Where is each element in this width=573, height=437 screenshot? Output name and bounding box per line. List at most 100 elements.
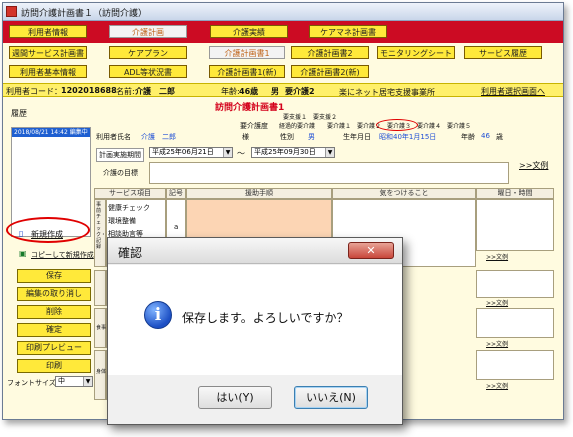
title-bar: 訪問介護計画書１（訪問介護） [3,3,563,21]
nav-user-info[interactable]: 利用者情報 [9,25,87,38]
period-tilde: ～ [237,149,245,158]
age-unit: 歳 [496,133,503,141]
save-button[interactable]: 保存 [17,269,91,283]
day-cell-3[interactable] [476,308,554,338]
sex-label: 性別 [280,133,294,141]
font-size-value: 中 [58,377,65,385]
section-body-label: 食事 [96,325,107,331]
confirm-button[interactable]: 確定 [17,323,91,337]
chevron-down-icon: ▼ [83,377,92,386]
col-procedure: 援助手順 [186,188,332,199]
chevron-down-icon: ▼ [223,148,232,157]
history-entry[interactable]: 2018/08/21 14:42 編集中 [12,128,90,137]
nav-careplan[interactable]: ケアプラン [109,46,187,59]
close-button[interactable]: ✕ [348,242,394,259]
no-button[interactable]: いいえ(N) [294,386,368,409]
user-sex: 男 [271,87,279,96]
section-precheck-label: 事前チェック・記録 [96,202,106,250]
period-start: 平成25年06月21日 [152,148,214,156]
age-label: 年齢: [221,87,240,96]
section-body-b [94,350,106,400]
day-example-link-3[interactable]: >>文例 [486,339,508,348]
care-level-label: 要介護度 [240,122,268,130]
nav-adl-status[interactable]: ADL等状況書 [109,65,187,78]
age-field-label: 年齢 [461,133,475,141]
select-user-link[interactable]: 利用者選択画面へ [481,86,545,97]
user-info-bar: 利用者コード： 1202018688 名前: 介護 二郎 年齢: 46歳 男 要… [3,83,563,97]
period-end: 平成25年09月30日 [254,148,316,156]
section-body-b-label: 身体 [96,369,107,375]
care-levels-list: 経過的要介護 要介護１ 要介護２ 要介護３ 要介護４ 要介護５ [279,123,472,130]
name-label: 名前: [116,87,135,96]
user-code-label: 利用者コード： [6,87,62,96]
nav-weekly-service-plan[interactable]: 週間サービス計画書 [9,46,87,59]
service-item-environment: 環境整備 [108,217,136,225]
user-name-label: 利用者氏名 [96,133,131,141]
service-item-health: 健康チェック [108,204,150,212]
user-age: 46歳 [239,87,259,96]
honorific: 様 [242,133,249,141]
nav-caremanager-plan[interactable]: ケアマネ計画書 [309,25,387,38]
user-name: 介護 二郎 [135,87,175,96]
day-cell[interactable] [476,199,554,251]
font-size-select[interactable]: 中 ▼ [55,376,93,387]
goals-field[interactable] [149,162,509,184]
goals-example-link[interactable]: >>文例 [519,160,548,171]
nav-monitoring-sheet[interactable]: モニタリングシート [377,46,455,59]
nav-care-plan-2-new[interactable]: 介護計画書2(新) [291,65,369,78]
font-size-label: フォントサイズ [7,379,56,387]
birth-label: 生年月日 [343,133,371,141]
new-document-icon: ▯ [19,229,24,238]
user-care-level: 要介護2 [285,87,315,96]
period-label: 計画実施期間 [96,148,144,162]
col-notes: 気をつけること [332,188,476,199]
yes-button[interactable]: はい(Y) [198,386,272,409]
office-name: 楽にネット居宅支援事業所 [339,88,435,97]
print-button[interactable]: 印刷 [17,359,91,373]
window-title: 訪問介護計画書１（訪問介護） [21,9,148,19]
print-preview-button[interactable]: 印刷プレビュー [17,341,91,355]
day-example-link-4[interactable]: >>文例 [486,381,508,390]
nav-service-history[interactable]: サービス履歴 [464,46,542,59]
section-body-a [94,270,106,306]
age-value: 46 [481,132,490,140]
copy-icon: ▣ [19,249,27,258]
history-label: 履歴 [11,109,27,118]
period-start-select[interactable]: 平成25年06月21日 ▼ [149,147,233,158]
goals-label: 介護の目標 [103,169,138,177]
nav-care-plan[interactable]: 介護計画 [109,25,187,38]
day-example-link-2[interactable]: >>文例 [486,298,508,307]
col-service: サービス項目 [94,188,166,199]
document-title: 訪問介護計画書1 [215,103,285,113]
nav-care-plan-1-new[interactable]: 介護計画書1(新) [209,65,285,78]
day-cell-2[interactable] [476,270,554,298]
care-levels-top: 要支援１ 要支援２ [283,114,338,121]
chevron-down-icon: ▼ [325,148,334,157]
dialog-body: i 保存します。よろしいですか？ [108,265,402,375]
nav-user-basic-info[interactable]: 利用者基本情報 [9,65,87,78]
confirm-dialog: 確認 ✕ i 保存します。よろしいですか？ はい(Y) いいえ(N) [107,237,403,425]
day-cell-4[interactable] [476,350,554,380]
user-code: 1202018688 [61,86,117,95]
sub-nav: 週間サービス計画書 ケアプラン 介護計画書1 介護計画書2 モニタリングシート … [3,43,563,83]
app-icon [6,6,17,17]
day-example-link[interactable]: >>文例 [486,252,508,261]
care-level-circle [376,119,418,131]
nav-care-results[interactable]: 介護実績 [210,25,288,38]
cancel-edit-button[interactable]: 編集の取り消し [17,287,91,301]
nav-care-plan-1[interactable]: 介護計画書1 [209,46,285,59]
delete-button[interactable]: 削除 [17,305,91,319]
birth-value: 昭和40年1月15日 [379,133,437,141]
nav-care-plan-2[interactable]: 介護計画書2 [291,46,369,59]
period-end-select[interactable]: 平成25年09月30日 ▼ [251,147,335,158]
new-create-link[interactable]: 新規作成 [31,229,63,240]
info-icon: i [144,301,172,329]
col-mark: 記号 [166,188,186,199]
main-nav: 利用者情報 介護計画 介護実績 ケアマネ計画書 [3,21,563,43]
col-day: 曜日・時間 [476,188,554,199]
copy-new-link[interactable]: コピーして新規作成 [31,250,94,260]
dialog-title: 確認 [118,246,143,260]
mark-value: a [174,223,179,231]
sex-value: 男 [308,133,315,141]
dialog-message: 保存します。よろしいですか？ [182,311,349,325]
